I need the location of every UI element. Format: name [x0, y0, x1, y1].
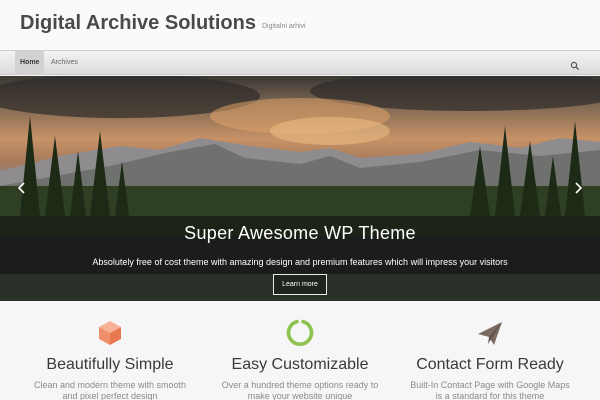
learn-more-button[interactable]: Learn more	[273, 274, 327, 295]
feature-title: Contact Form Ready	[416, 356, 564, 373]
feature-text: Built-In Contact Page with Google Maps i…	[410, 380, 570, 400]
site-description: Digitalni arhivi	[262, 23, 306, 30]
feature-title: Beautifully Simple	[46, 356, 174, 373]
paper-plane-icon	[474, 317, 506, 349]
site-header: Digital Archive Solutions Digitalni arhi…	[0, 0, 600, 50]
feature-easy-customizable: Easy Customizable Over a hundred theme o…	[200, 301, 400, 400]
features-section: Beautifully Simple Clean and modern them…	[0, 301, 600, 400]
search-icon[interactable]	[570, 58, 580, 71]
hero-slider: Super Awesome WP Theme Absolutely free o…	[0, 76, 600, 301]
feature-text: Over a hundred theme options ready to ma…	[221, 380, 379, 400]
nav-item-archives[interactable]: Archives	[46, 51, 83, 75]
site-title[interactable]: Digital Archive Solutions	[20, 12, 256, 35]
chevron-right-icon[interactable]	[572, 181, 584, 195]
nav-item-home[interactable]: Home	[15, 51, 45, 75]
feature-title: Easy Customizable	[231, 356, 369, 373]
slide-text: Absolutely free of cost theme with amazi…	[92, 257, 508, 267]
feature-contact-form-ready: Contact Form Ready Built-In Contact Page…	[390, 301, 590, 400]
ring-icon	[284, 317, 316, 349]
feature-beautifully-simple: Beautifully Simple Clean and modern them…	[10, 301, 210, 400]
cube-icon	[94, 317, 126, 349]
chevron-left-icon[interactable]	[16, 181, 28, 195]
feature-text: Clean and modern theme with smooth and p…	[33, 380, 187, 400]
slide-title: Super Awesome WP Theme	[184, 223, 416, 243]
slide-landscape-image	[0, 76, 600, 301]
main-nav: Home Archives	[0, 50, 600, 75]
